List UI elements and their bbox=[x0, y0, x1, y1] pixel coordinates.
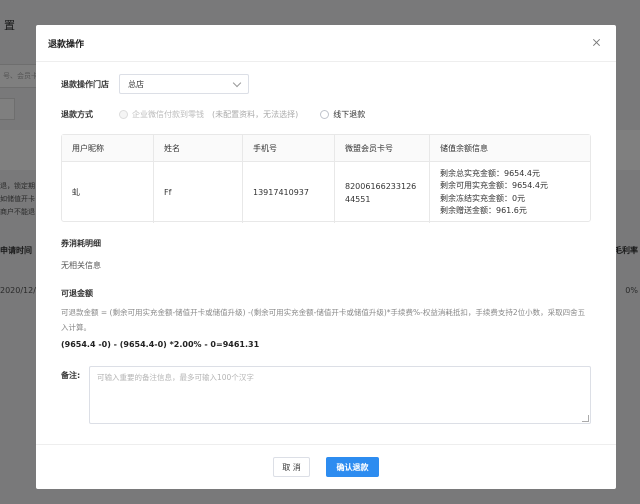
dialog-header: 退款操作 bbox=[36, 25, 616, 62]
coupon-empty-text: 无相关信息 bbox=[61, 261, 101, 270]
chevron-down-icon bbox=[232, 78, 242, 87]
cell-nickname: 虬 bbox=[62, 162, 154, 223]
coupon-section-title: 券消耗明细 bbox=[61, 239, 101, 248]
cell-card-no: 8200616623312644551 bbox=[335, 162, 430, 223]
refundable-section-title: 可退金额 bbox=[61, 289, 93, 298]
remark-textarea[interactable]: 可输入重要的备注信息，最多可输入100个汉字 bbox=[89, 366, 591, 424]
header-balance: 储值余额信息 bbox=[440, 143, 488, 153]
table-row: 虬 Ff 13917410937 8200616623312644551 剩余总… bbox=[62, 162, 590, 223]
header-name: 姓名 bbox=[154, 135, 243, 161]
method-row: 退款方式 企业微信付款到零钱 (未配置资料，无法选择) 线下退款 bbox=[61, 109, 365, 120]
store-select-value: 总店 bbox=[128, 79, 144, 89]
store-label: 退款操作门店 bbox=[61, 79, 109, 89]
header-phone: 手机号 bbox=[243, 135, 335, 161]
radio-wechat-payout[interactable] bbox=[119, 110, 128, 119]
header-nickname: 用户昵称 bbox=[62, 135, 154, 161]
store-row: 退款操作门店 总店 bbox=[61, 74, 249, 94]
balance-gift: 剩余赠送金额：961.6元 bbox=[440, 206, 527, 215]
table-header-row: 用户昵称 姓名 手机号 微盟会员卡号 储值余额信息 bbox=[62, 135, 590, 162]
refund-dialog: 退款操作 退款操作门店 总店 退款方式 企业微信付款到零钱 (未配置资料，无法选… bbox=[36, 25, 616, 489]
radio-wechat-payout-note: (未配置资料，无法选择) bbox=[212, 110, 299, 119]
cell-balance: 剩余总实充金额：9654.4元 剩余可用实充金额：9654.4元 剩余冻结实充金… bbox=[430, 162, 590, 223]
dialog-footer: 取 消 确认退款 bbox=[36, 444, 616, 489]
dialog-title: 退款操作 bbox=[48, 39, 85, 50]
balance-total: 剩余总实充金额：9654.4元 bbox=[440, 168, 540, 178]
store-select[interactable]: 总店 bbox=[119, 74, 249, 94]
member-table: 用户昵称 姓名 手机号 微盟会员卡号 储值余额信息 虬 Ff 139174109… bbox=[61, 134, 591, 223]
balance-frozen: 剩余冻结实充金额：0元 bbox=[440, 193, 526, 203]
cell-phone: 13917410937 bbox=[243, 162, 335, 223]
remark-label: 备注: bbox=[61, 371, 81, 380]
radio-offline-refund-label: 线下退款 bbox=[333, 110, 366, 119]
radio-offline-refund[interactable] bbox=[320, 110, 330, 119]
header-card-no: 微盟会员卡号 bbox=[335, 135, 430, 161]
close-icon[interactable] bbox=[590, 36, 604, 50]
remark-placeholder: 可输入重要的备注信息，最多可输入100个汉字 bbox=[97, 373, 254, 382]
cancel-button[interactable]: 取 消 bbox=[273, 457, 310, 477]
radio-wechat-payout-label: 企业微信付款到零钱 bbox=[132, 110, 204, 119]
cell-name: Ff bbox=[154, 162, 243, 223]
refund-formula: 可退款金额 = (剩余可用实充金额-储值开卡或储值升级) -(剩余可用实充金额-… bbox=[61, 308, 586, 332]
refund-calculation: (9654.4 -0) - (9654.4-0) *2.00% - 0=9461… bbox=[61, 340, 260, 349]
confirm-refund-button[interactable]: 确认退款 bbox=[326, 457, 379, 477]
balance-available: 剩余可用实充金额：9654.4元 bbox=[440, 181, 548, 190]
resize-handle-icon[interactable] bbox=[582, 415, 589, 422]
method-label: 退款方式 bbox=[61, 110, 93, 119]
